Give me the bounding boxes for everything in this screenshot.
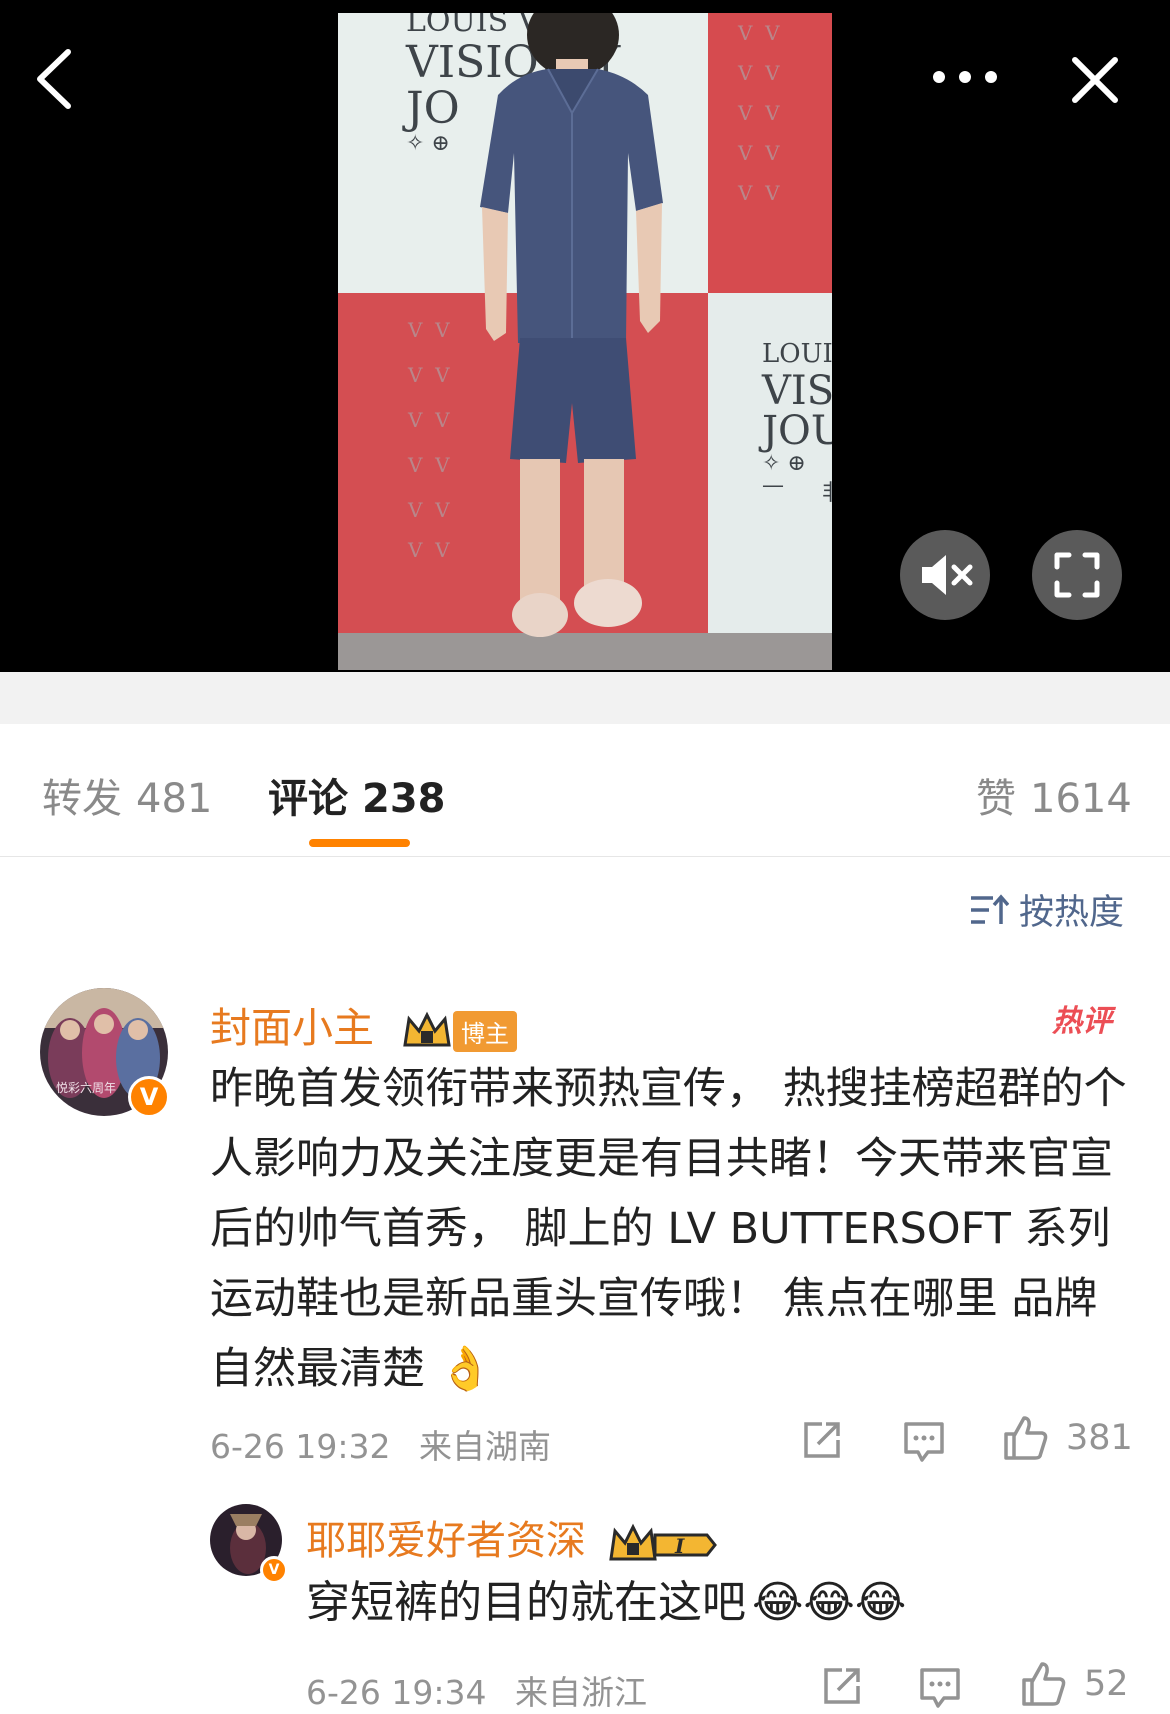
tab-like[interactable]: 赞 1614 [976,766,1132,824]
tab-repost[interactable]: 转发 481 [42,766,212,824]
mute-icon [922,555,973,595]
wall-text-right-1: LOUIS [762,339,832,369]
fullscreen-icon [1054,552,1100,598]
active-tab-indicator [309,839,410,847]
reply-location: 来自浙江 [515,1673,647,1712]
level-text: I [674,1534,685,1558]
crown-icon [403,1011,451,1047]
laughing-emoji: 😂😂😂 [752,1577,907,1628]
like-count: 381 [1066,1418,1133,1458]
close-icon[interactable] [1070,55,1120,105]
tab-bar: 转发 481 评论 238 赞 1614 [0,724,1170,857]
section-divider [0,672,1170,724]
more-icon[interactable] [930,68,1000,86]
share-icon[interactable] [800,1418,844,1462]
comment-icon[interactable] [902,1420,946,1464]
comment-text-body: 昨晚首发领衔带来预热宣传， 热搜挂榜超群的个人影响力及关注度更是有目共睹！今天带… [210,1064,1127,1394]
username-text: 封面小主 [210,1004,374,1052]
reply-text-body: 穿短裤的目的就在这吧 [306,1577,746,1628]
sort-button[interactable]: 按热度 [969,884,1124,935]
reply-username[interactable]: 耶耶爱好者资深 I [306,1508,717,1566]
comment-icon[interactable] [918,1666,962,1710]
comment-username[interactable]: 封面小主 博主 [210,994,518,1054]
tab-like-label: 赞 [976,776,1016,822]
fullscreen-button[interactable] [1032,530,1122,620]
verified-badge: V [260,1556,288,1584]
tab-like-count: 1614 [1030,776,1132,822]
reply-like-count: 52 [1084,1664,1129,1704]
avatar-text: 悦彩六周年 [56,1081,116,1095]
like-icon[interactable] [1020,1660,1068,1708]
back-icon[interactable] [34,48,74,110]
wall-text-right-3: JOU [762,408,832,454]
comment-location: 来自湖南 [419,1427,551,1466]
comment-text: 昨晚首发领衔带来预热宣传， 热搜挂榜超群的个人影响力及关注度更是有目共睹！今天带… [210,1054,1130,1404]
sort-label: 按热度 [1018,893,1124,933]
tab-repost-count: 481 [136,776,213,822]
video-frame: V V V V V V V V V V V V V V V V V V V V … [338,13,832,670]
person-figure [480,13,663,637]
verified-badge: V [128,1076,170,1118]
comment-time: 6-26 19:32 [210,1427,391,1466]
tab-comment-count: 238 [362,776,446,822]
video-player[interactable]: V V V V V V V V V V V V V V V V V V V V … [0,0,1170,672]
sort-icon [970,893,1009,924]
hot-comment-tag: 热评 [1052,1004,1112,1039]
reply-meta: 6-26 19:34 来自浙江 [306,1666,647,1714]
comment-meta: 6-26 19:32 来自湖南 [210,1420,551,1468]
wall-text-right-char: 非 [822,483,832,505]
like-icon[interactable] [1002,1414,1050,1462]
tab-repost-label: 转发 [42,776,122,822]
tab-comment-label: 评论 [268,776,348,822]
wall-text-right-2: VISI [762,368,832,414]
blogger-badge: 博主 [453,1010,518,1052]
mute-button[interactable] [900,530,990,620]
reply-time: 6-26 19:34 [306,1673,487,1712]
reply-text: 穿短裤的目的就在这吧 😂😂😂 [306,1568,1126,1638]
reply-username-text: 耶耶爱好者资深 [306,1518,586,1564]
crown-icon: I [608,1523,717,1561]
tab-comment[interactable]: 评论 238 [268,766,446,824]
share-icon[interactable] [820,1664,864,1708]
ok-hand-emoji: 👌 [438,1344,493,1394]
